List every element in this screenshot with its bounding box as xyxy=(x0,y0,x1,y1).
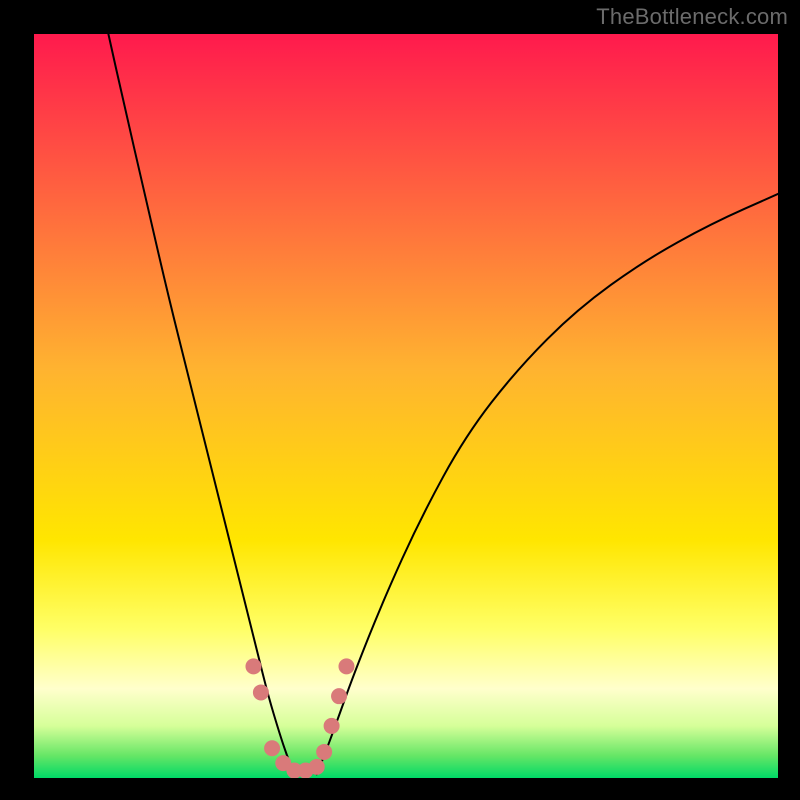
marker-dot xyxy=(253,684,269,700)
marker-dot xyxy=(245,658,261,674)
chart-frame: TheBottleneck.com xyxy=(0,0,800,800)
marker-dot xyxy=(324,718,340,734)
chart-svg xyxy=(34,34,778,778)
marker-dot xyxy=(316,744,332,760)
marker-dot xyxy=(264,740,280,756)
watermark-text: TheBottleneck.com xyxy=(596,4,788,30)
gradient-background xyxy=(34,34,778,778)
plot-area xyxy=(34,34,778,778)
marker-dot xyxy=(338,658,354,674)
marker-dot xyxy=(331,688,347,704)
marker-dot xyxy=(309,759,325,775)
